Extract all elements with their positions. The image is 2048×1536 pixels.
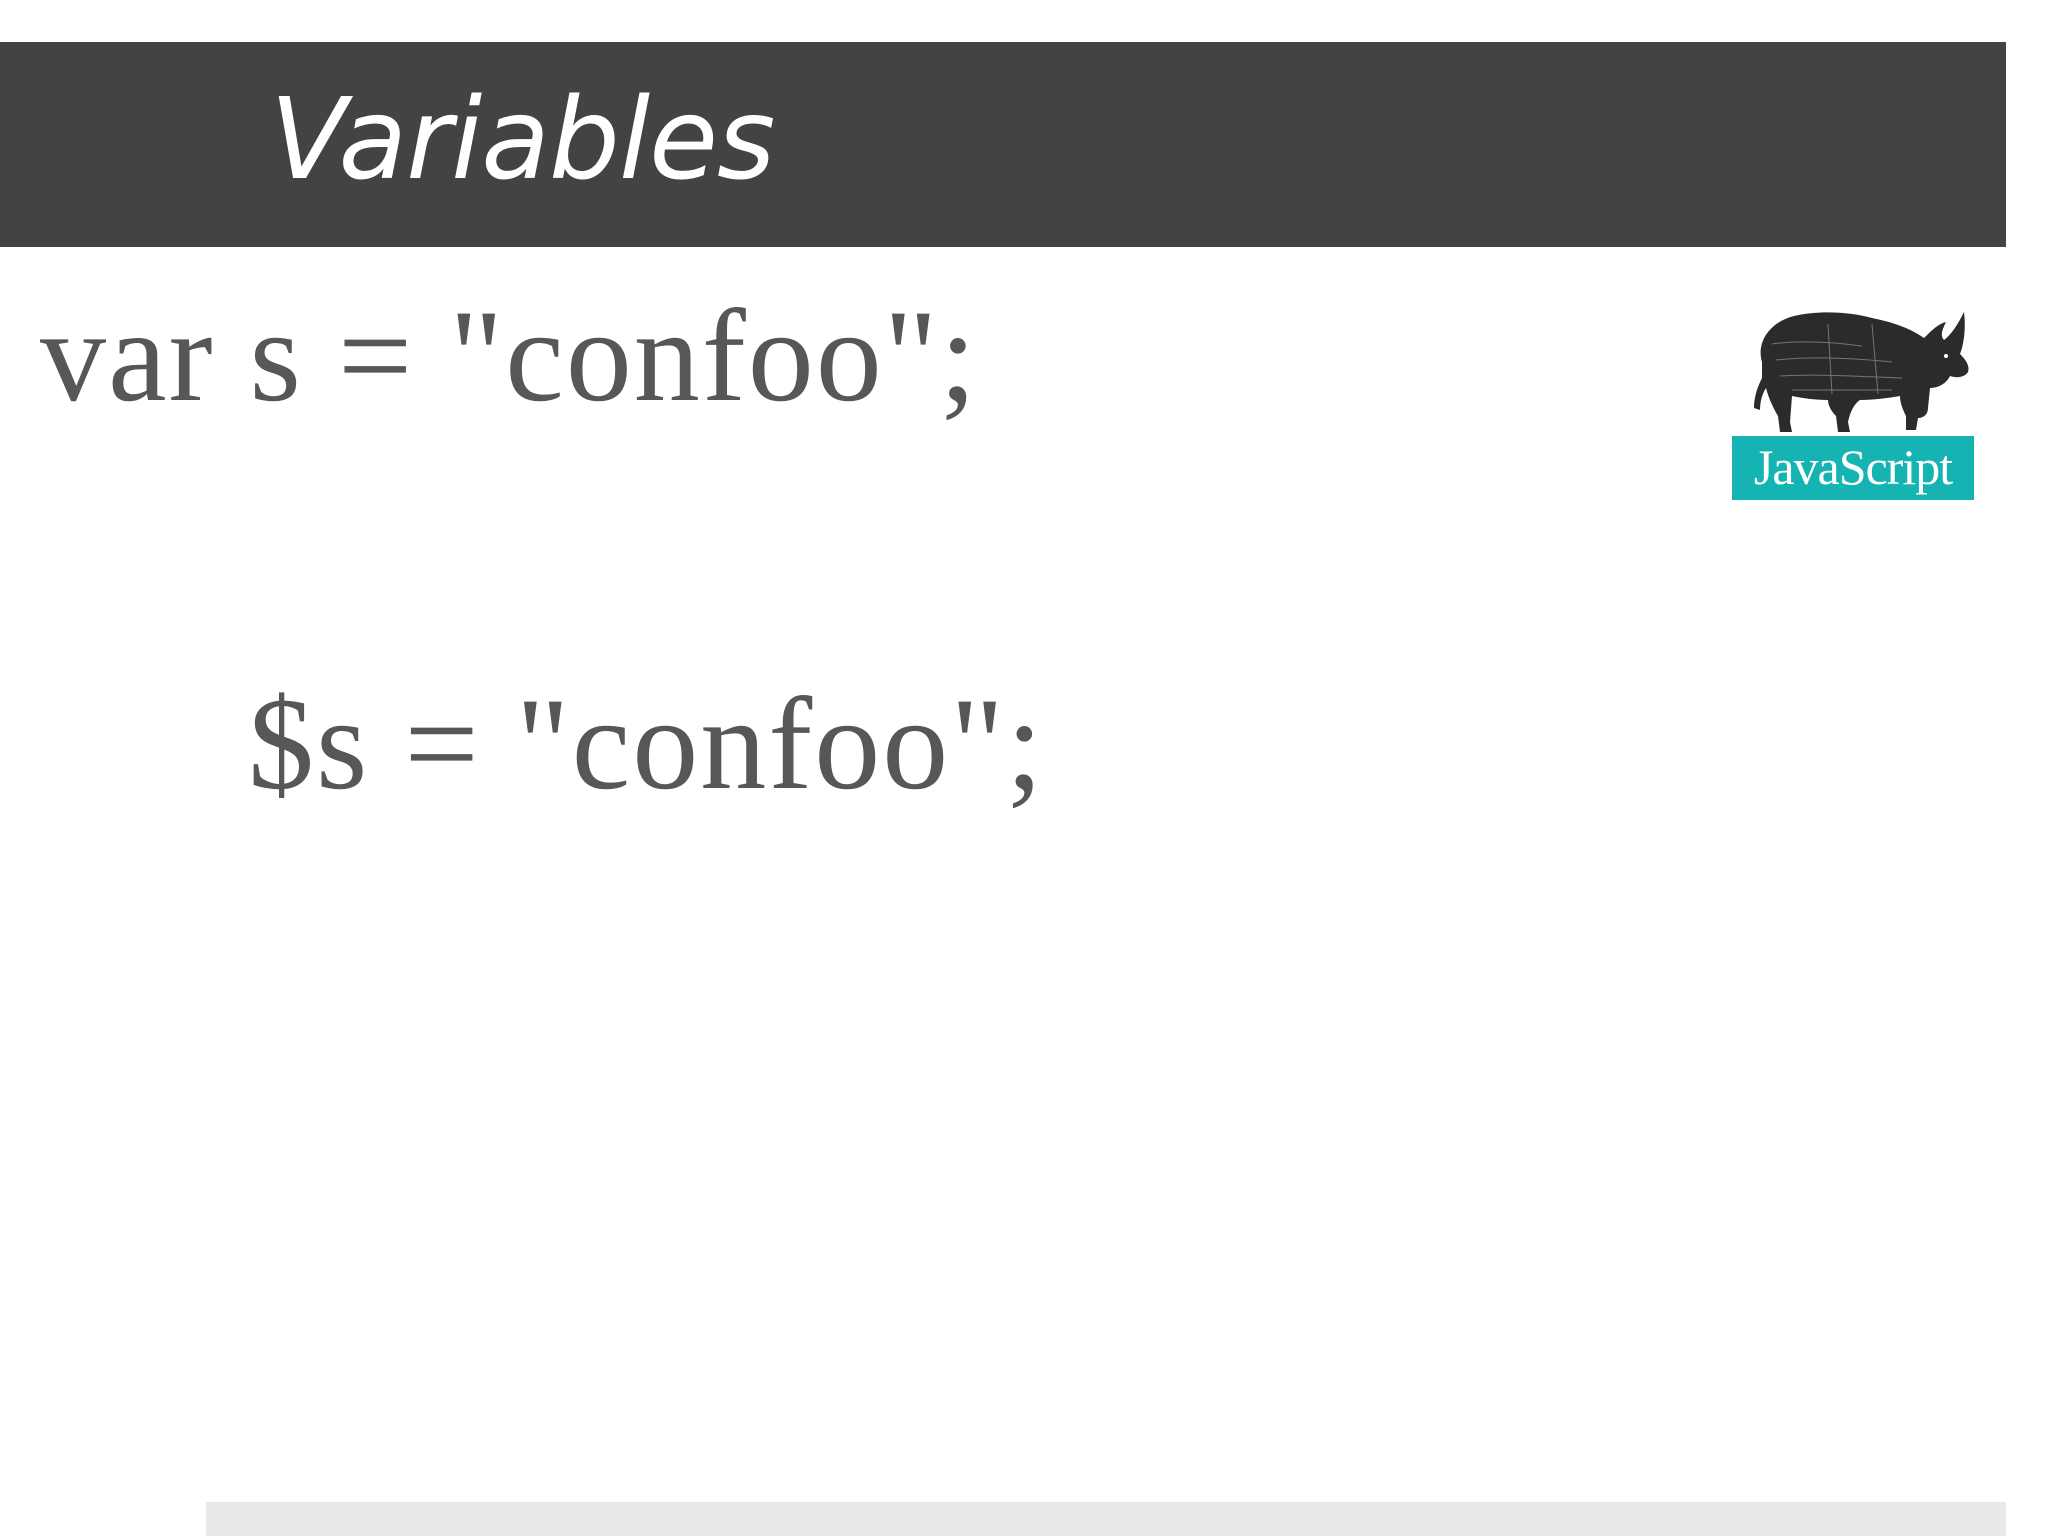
php-code-line: $s = "confoo"; (248, 670, 1045, 817)
javascript-code-line: var s = "confoo"; (40, 282, 979, 429)
logo-text: JavaScript (1753, 439, 1953, 495)
slide-title: Variables (270, 75, 775, 205)
javascript-logo: JavaScript (1732, 304, 1974, 500)
footer-bar (206, 1502, 2006, 1536)
rhino-icon (1754, 312, 1969, 432)
